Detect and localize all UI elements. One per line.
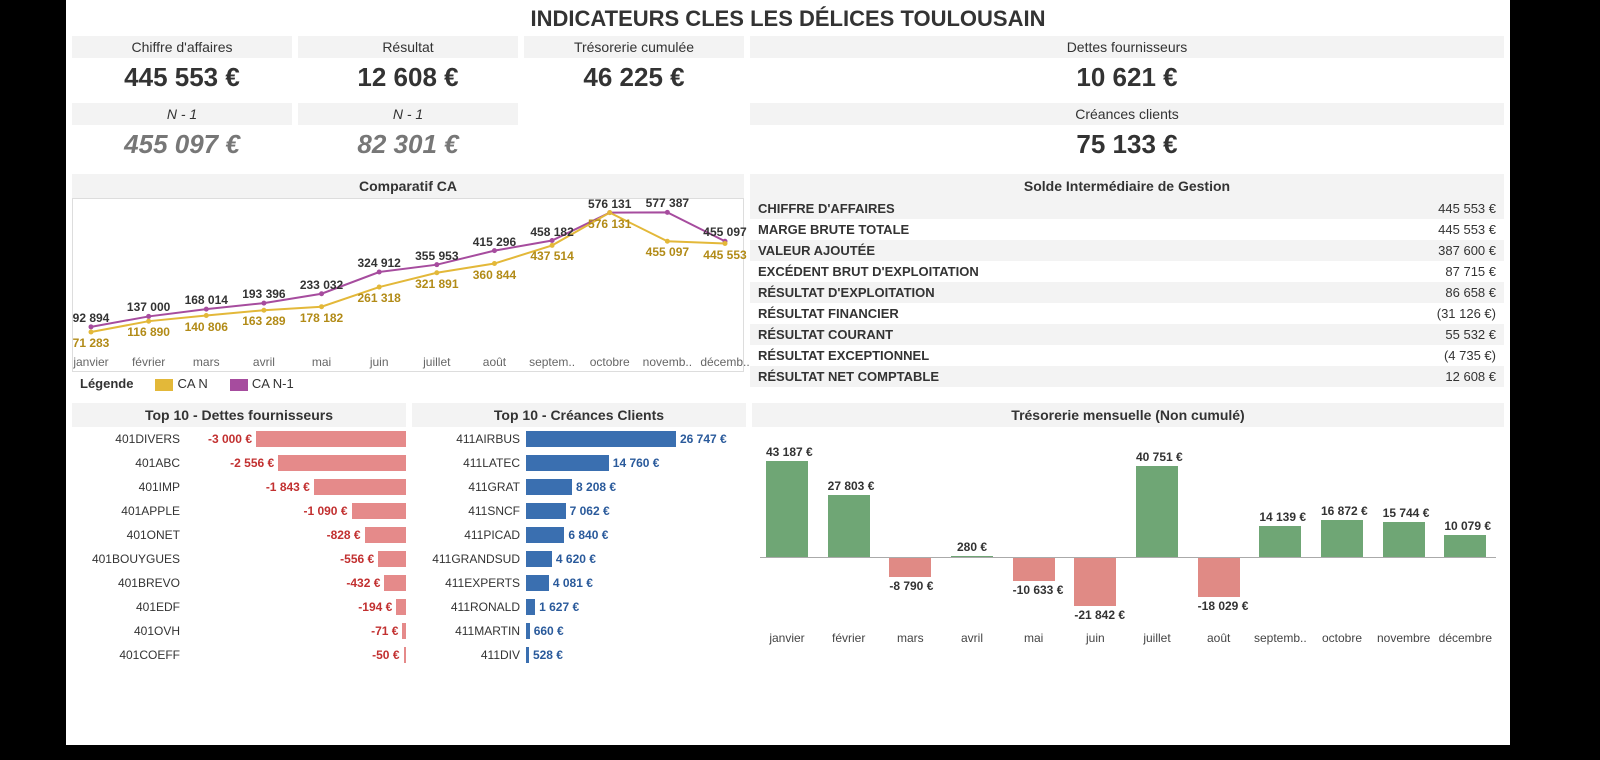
bar-row: 401BOUYGUES-556 € <box>72 547 406 571</box>
legend-title: Légende <box>80 376 133 391</box>
kpi-label: Créances clients <box>750 103 1504 125</box>
bar-row: 401APPLE-1 090 € <box>72 499 406 523</box>
dettes-title: Top 10 - Dettes fournisseurs <box>72 403 406 427</box>
bar-row: 401EDF-194 € <box>72 595 406 619</box>
sig-row: CHIFFRE D'AFFAIRES445 553 € <box>750 198 1504 219</box>
kpi-tresorerie: Trésorerie cumulée 46 225 € <box>524 36 744 99</box>
kpi-ca: Chiffre d'affaires 445 553 € <box>72 36 292 99</box>
kpi-value: 445 553 € <box>72 58 292 99</box>
treso-title: Trésorerie mensuelle (Non cumulé) <box>752 403 1504 427</box>
kpi-label: Dettes fournisseurs <box>750 36 1504 58</box>
bar-row: 401IMP-1 843 € <box>72 475 406 499</box>
kpi-label: Chiffre d'affaires <box>72 36 292 58</box>
bar-row: 411MARTIN660 € <box>412 619 746 643</box>
bar-row: 401COEFF-50 € <box>72 643 406 667</box>
bar-row: 411AIRBUS26 747 € <box>412 427 746 451</box>
bar-row: 401BREVO-432 € <box>72 571 406 595</box>
comparatif-chart[interactable]: janvierfévriermarsavrilmaijuinjuilletaoû… <box>72 198 744 372</box>
kpi-value: 12 608 € <box>298 58 518 99</box>
kpi-value: 46 225 € <box>524 58 744 99</box>
legend: Légende CA N CA N-1 <box>72 372 744 395</box>
swatch-can <box>155 379 173 391</box>
bar-row: 411LATEC14 760 € <box>412 451 746 475</box>
sig-row: MARGE BRUTE TOTALE445 553 € <box>750 219 1504 240</box>
legend-can: CA N <box>155 376 207 391</box>
bar-row: 411RONALD1 627 € <box>412 595 746 619</box>
legend-can1: CA N-1 <box>230 376 294 391</box>
kpi-resultat-n1: N - 1 82 301 € <box>298 103 518 166</box>
kpi-value: 10 621 € <box>750 58 1504 99</box>
sig-table: CHIFFRE D'AFFAIRES445 553 €MARGE BRUTE T… <box>750 198 1504 387</box>
treso-chart[interactable]: 43 187 €janvier27 803 €février-8 790 €ma… <box>752 427 1504 649</box>
bar-row: 411EXPERTS4 081 € <box>412 571 746 595</box>
creances-chart[interactable]: 411AIRBUS26 747 €411LATEC14 760 €411GRAT… <box>412 427 746 667</box>
kpi-row-2: N - 1 455 097 € N - 1 82 301 € Créances … <box>66 103 1510 166</box>
bar-row: 411GRANDSUD4 620 € <box>412 547 746 571</box>
comparatif-title: Comparatif CA <box>72 174 744 198</box>
bar-row: 411GRAT8 208 € <box>412 475 746 499</box>
sig-title: Solde Intermédiaire de Gestion <box>750 174 1504 198</box>
sig-row: RÉSULTAT NET COMPTABLE12 608 € <box>750 366 1504 387</box>
kpi-label: N - 1 <box>72 103 292 125</box>
kpi-value: 75 133 € <box>750 125 1504 166</box>
kpi-label: Trésorerie cumulée <box>524 36 744 58</box>
kpi-creances: Créances clients 75 133 € <box>750 103 1504 166</box>
kpi-resultat: Résultat 12 608 € <box>298 36 518 99</box>
swatch-can1 <box>230 379 248 391</box>
bar-row: 411PICAD6 840 € <box>412 523 746 547</box>
kpi-ca-n1: N - 1 455 097 € <box>72 103 292 166</box>
kpi-row-1: Chiffre d'affaires 445 553 € Résultat 12… <box>66 36 1510 99</box>
kpi-label: Résultat <box>298 36 518 58</box>
bar-row: 401ABC-2 556 € <box>72 451 406 475</box>
sig-row: EXCÉDENT BRUT D'EXPLOITATION87 715 € <box>750 261 1504 282</box>
sig-row: RÉSULTAT COURANT55 532 € <box>750 324 1504 345</box>
sig-row: RÉSULTAT D'EXPLOITATION86 658 € <box>750 282 1504 303</box>
kpi-label: N - 1 <box>298 103 518 125</box>
sig-row: RÉSULTAT EXCEPTIONNEL(4 735 €) <box>750 345 1504 366</box>
sig-row: RÉSULTAT FINANCIER(31 126 €) <box>750 303 1504 324</box>
kpi-value: 82 301 € <box>298 125 518 166</box>
dettes-chart[interactable]: 401DIVERS-3 000 €401ABC-2 556 €401IMP-1 … <box>72 427 406 667</box>
kpi-dettes: Dettes fournisseurs 10 621 € <box>750 36 1504 99</box>
kpi-value: 455 097 € <box>72 125 292 166</box>
bar-row: 411SNCF7 062 € <box>412 499 746 523</box>
bar-row: 401DIVERS-3 000 € <box>72 427 406 451</box>
sig-row: VALEUR AJOUTÉE387 600 € <box>750 240 1504 261</box>
page-title: INDICATEURS CLES LES DÉLICES TOULOUSAIN <box>66 0 1510 36</box>
bar-row: 411DIV528 € <box>412 643 746 667</box>
bar-row: 401OVH-71 € <box>72 619 406 643</box>
bar-row: 401ONET-828 € <box>72 523 406 547</box>
creances-title: Top 10 - Créances Clients <box>412 403 746 427</box>
